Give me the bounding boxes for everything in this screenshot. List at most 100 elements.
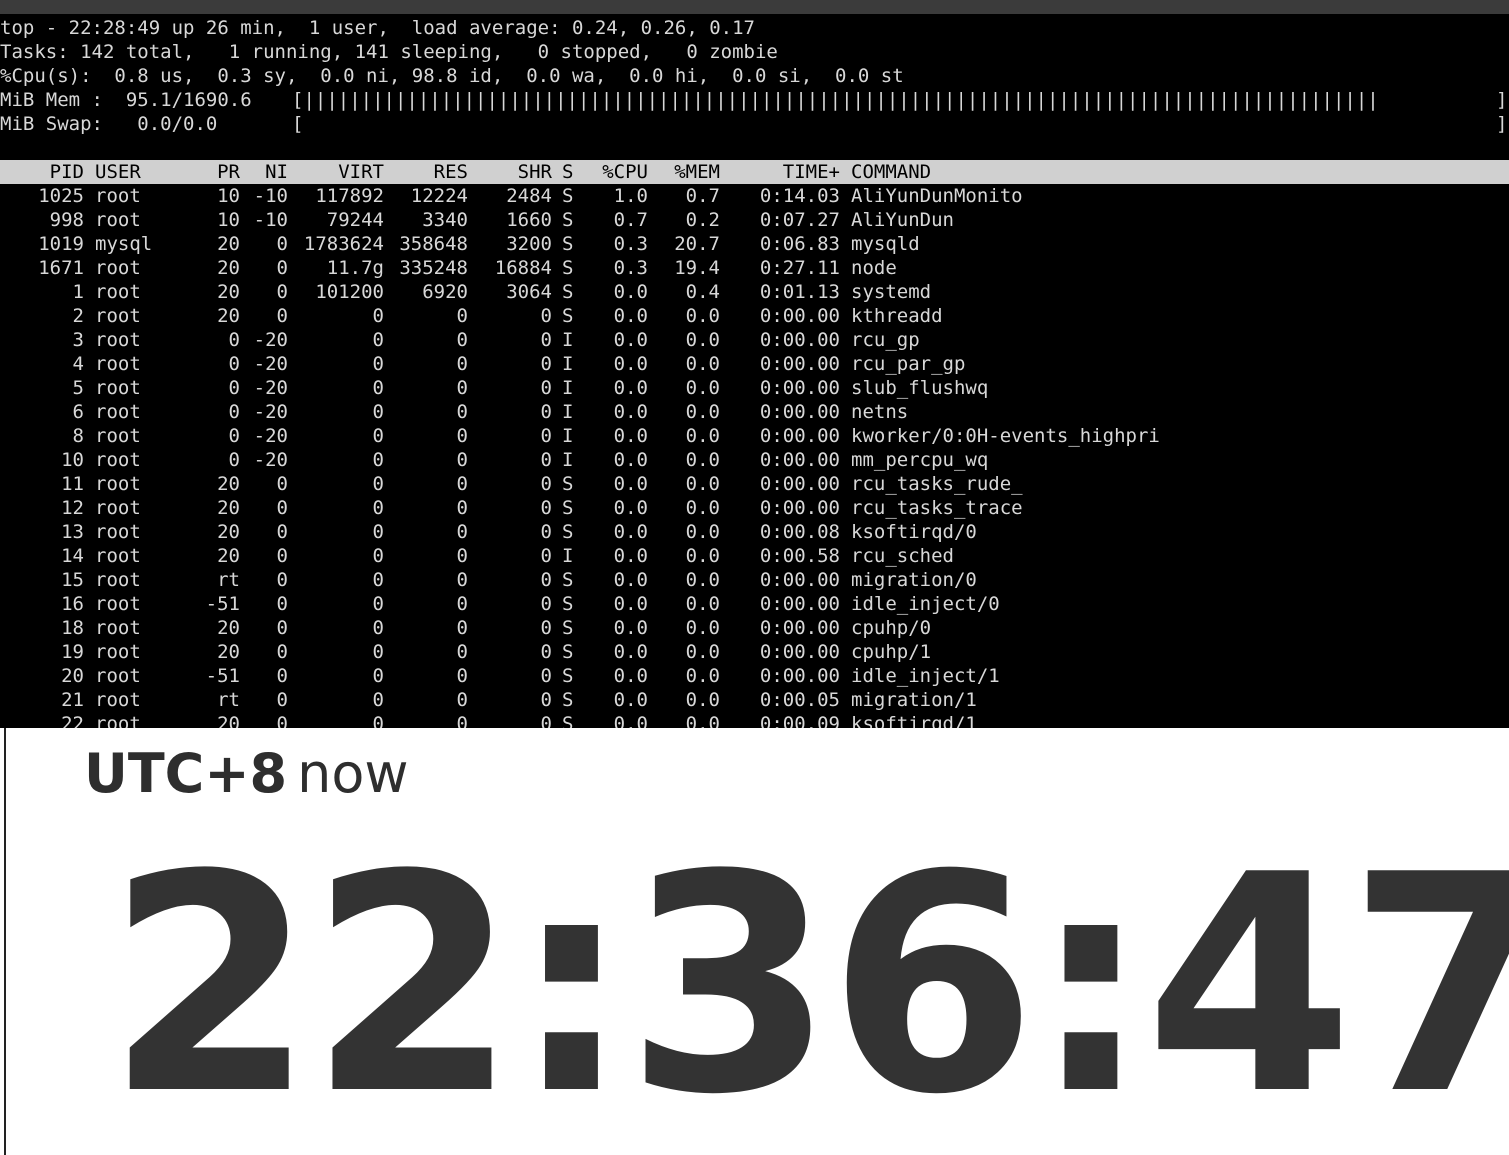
cell-res: 335248	[399, 257, 468, 279]
table-row: 18 root 20 0 0 0 0 S 0.0 0.0 0:00.00 cpuhp/0	[0, 616, 1509, 640]
cell-cpu: 0.0	[613, 569, 648, 591]
cell-mem: 0.0	[685, 401, 720, 423]
cell-pr: 20	[217, 545, 240, 567]
mem-usage-bar: [|||||||||||||||||||||||||||||||||||||||…	[292, 89, 1379, 111]
cell-command: migration/0	[851, 569, 977, 591]
col-shr: SHR	[517, 161, 552, 183]
swap-usage-bar: [	[292, 113, 304, 135]
cell-mem: 0.2	[685, 209, 720, 231]
cell-ni: -20	[253, 377, 288, 399]
cell-time: 0:00.00	[759, 641, 840, 663]
cell-pid: 5	[72, 377, 84, 399]
cell-time: 0:00.00	[759, 377, 840, 399]
cell-time: 0:00.00	[759, 401, 840, 423]
cell-res: 0	[456, 305, 468, 327]
cell-state: S	[562, 713, 574, 728]
terminal-window[interactable]: top - 22:28:49 up 26 min, 1 user, load a…	[0, 14, 1509, 728]
cell-mem: 0.0	[685, 425, 720, 447]
cell-user: root	[95, 521, 141, 543]
cell-cpu: 0.0	[613, 641, 648, 663]
top-swap-line: MiB Swap: 0.0/0.0	[0, 113, 218, 135]
cell-state: S	[562, 689, 574, 711]
cell-cpu: 0.3	[613, 233, 648, 255]
cell-state: S	[562, 521, 574, 543]
cell-state: S	[562, 593, 574, 615]
cell-cpu: 0.0	[613, 377, 648, 399]
cell-time: 0:14.03	[759, 185, 840, 207]
cell-ni: -20	[253, 449, 288, 471]
cell-virt: 0	[372, 425, 384, 447]
cell-pr: 20	[217, 521, 240, 543]
cell-virt: 117892	[315, 185, 384, 207]
cell-res: 0	[456, 689, 468, 711]
col-ni: NI	[265, 161, 288, 183]
cell-state: I	[562, 353, 574, 375]
cell-shr: 0	[540, 545, 552, 567]
cell-virt: 0	[372, 473, 384, 495]
cell-virt: 11.7g	[326, 257, 384, 279]
cell-pr: 10	[217, 185, 240, 207]
cell-mem: 0.0	[685, 497, 720, 519]
cell-time: 0:00.00	[759, 449, 840, 471]
cell-res: 6920	[422, 281, 468, 303]
cell-res: 3340	[422, 209, 468, 231]
cell-virt: 0	[372, 689, 384, 711]
cell-virt: 0	[372, 569, 384, 591]
cell-cpu: 0.0	[613, 305, 648, 327]
table-row: 10 root 0 -20 0 0 0 I 0.0 0.0 0:00.00 mm_percpu_wq	[0, 448, 1509, 472]
cell-mem: 0.4	[685, 281, 720, 303]
cell-virt: 1783624	[303, 233, 384, 255]
table-row: 15 root rt 0 0 0 0 S 0.0 0.0 0:00.00 migration/0	[0, 568, 1509, 592]
cell-virt: 0	[372, 593, 384, 615]
cell-ni: 0	[276, 569, 288, 591]
clock-panel: UTC+8 now 22:36:47	[4, 728, 1509, 1155]
cell-res: 0	[456, 641, 468, 663]
cell-shr: 0	[540, 401, 552, 423]
cell-pid: 18	[61, 617, 84, 639]
cell-virt: 0	[372, 305, 384, 327]
cell-pr: 0	[228, 449, 240, 471]
cell-cpu: 0.0	[613, 497, 648, 519]
cell-pid: 20	[61, 665, 84, 687]
cell-time: 0:00.00	[759, 425, 840, 447]
cell-ni: 0	[276, 497, 288, 519]
cell-command: slub_flushwq	[851, 377, 989, 399]
table-row: 16 root -51 0 0 0 0 S 0.0 0.0 0:00.00 idle_inject/0	[0, 592, 1509, 616]
cell-time: 0:00.09	[759, 713, 840, 728]
cell-state: S	[562, 641, 574, 663]
table-row: 8 root 0 -20 0 0 0 I 0.0 0.0 0:00.00 kworker/0:0H-e…	[0, 424, 1509, 448]
cell-ni: 0	[276, 281, 288, 303]
cell-ni: 0	[276, 617, 288, 639]
cell-cpu: 0.3	[613, 257, 648, 279]
cell-command: systemd	[851, 281, 932, 303]
cell-pid: 6	[72, 401, 84, 423]
cell-state: I	[562, 449, 574, 471]
cell-command: rcu_tasks_trace	[851, 497, 1023, 519]
cell-mem: 0.0	[685, 617, 720, 639]
cell-command: rcu_par_gp	[851, 353, 966, 375]
cell-user: root	[95, 329, 141, 351]
cell-res: 0	[456, 665, 468, 687]
cell-shr: 0	[540, 641, 552, 663]
cell-mem: 0.0	[685, 329, 720, 351]
cell-cpu: 0.0	[613, 665, 648, 687]
swap-bar-close: ]	[1496, 113, 1508, 135]
cell-ni: 0	[276, 305, 288, 327]
window-top-bar	[0, 0, 1509, 14]
cell-user: root	[95, 665, 141, 687]
col-user: USER	[95, 161, 141, 183]
cell-command: cpuhp/1	[851, 641, 932, 663]
cell-res: 0	[456, 401, 468, 423]
cell-virt: 0	[372, 353, 384, 375]
top-tasks-line: Tasks: 142 total, 1 running, 141 sleepin…	[0, 41, 778, 63]
cell-shr: 0	[540, 497, 552, 519]
cell-command: kworker/0:0H-events_highpri	[851, 425, 1160, 447]
cell-pid: 1671	[38, 257, 84, 279]
table-row: 6 root 0 -20 0 0 0 I 0.0 0.0 0:00.00 netns	[0, 400, 1509, 424]
table-row: 22 root 20 0 0 0 0 S 0.0 0.0 0:00.09 ksoftirqd/1	[0, 712, 1509, 728]
cell-user: root	[95, 713, 141, 728]
cell-pid: 15	[61, 569, 84, 591]
cell-pid: 14	[61, 545, 84, 567]
cell-mem: 0.0	[685, 377, 720, 399]
cell-mem: 0.0	[685, 713, 720, 728]
